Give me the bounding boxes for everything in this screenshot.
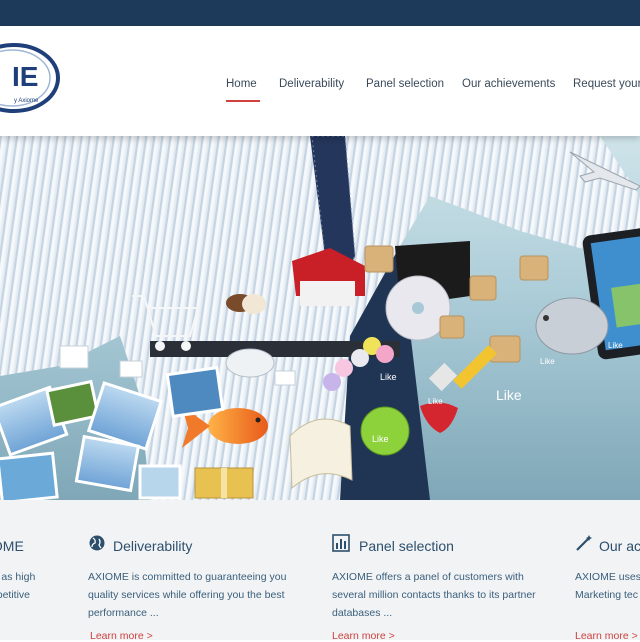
feature-title: Panel selection: [359, 538, 454, 554]
piggy-bank-icon: [535, 297, 609, 355]
feature-panel-selection: Panel selection AXIOME offers a panel of…: [332, 500, 562, 642]
like-label: Like: [380, 372, 397, 382]
magic-wand-icon: [576, 535, 592, 551]
top-bar: [0, 0, 640, 26]
hero-illustration: Like Like Like Like Like Like: [0, 136, 640, 500]
logo-text: IE: [12, 61, 38, 92]
feature-text: AXIOME offers a panel of customers with …: [332, 571, 536, 619]
like-label: Like: [496, 387, 522, 403]
learn-more-link[interactable]: Learn more >: [332, 630, 395, 642]
nav-item-home[interactable]: Home: [226, 78, 260, 102]
site-header: IE y Axiome Home Deliverability Panel se…: [0, 26, 640, 136]
paint-brush-icon: [428, 345, 497, 392]
globe-icon: [89, 535, 105, 551]
nav-item-panel-selection[interactable]: Panel selection: [366, 78, 444, 90]
like-label: Like: [540, 357, 555, 366]
feature-text: ell as high mpetitive: [0, 571, 36, 601]
learn-more-link[interactable]: Learn more >: [90, 630, 153, 642]
feature-deliverability: Deliverability AXIOME is committed to gu…: [88, 500, 318, 642]
nav-item-home-label: Home: [226, 78, 257, 90]
lightbulb-icon: [225, 348, 275, 378]
nav-item-request-quote[interactable]: Request your q: [573, 78, 640, 90]
nav-active-underline: [226, 100, 260, 102]
gift-icon: [194, 467, 254, 499]
nav-item-our-achievements[interactable]: Our achievements: [462, 78, 555, 90]
like-label: Like: [608, 341, 623, 350]
feature-title: Our ac: [599, 538, 640, 554]
learn-more-link[interactable]: Learn more >: [575, 630, 638, 640]
hero-banner: Like Like Like Like Like Like: [0, 136, 640, 500]
feature-our-achievements: Our ac AXIOME uses Marketing tec Learn m…: [575, 500, 640, 640]
axiome-logo[interactable]: IE y Axiome: [0, 40, 60, 116]
feature-text: AXIOME is committed to guaranteeing you …: [88, 571, 287, 619]
like-label: Like: [372, 434, 389, 444]
nav-item-deliverability[interactable]: Deliverability: [279, 78, 344, 90]
apple-icon: [360, 406, 410, 456]
features-section: IOME ell as high mpetitive Deliverabilit…: [0, 500, 640, 642]
bar-chart-icon: [332, 534, 350, 552]
strawberry-icon: [420, 402, 458, 433]
feature-text: AXIOME uses Marketing tec: [575, 571, 640, 601]
feature-title: Deliverability: [113, 538, 193, 554]
feature-axiome: IOME ell as high mpetitive: [0, 500, 78, 640]
like-label: Like: [428, 397, 443, 406]
feature-title: IOME: [0, 538, 24, 554]
logo-tagline: y Axiome: [14, 98, 39, 104]
